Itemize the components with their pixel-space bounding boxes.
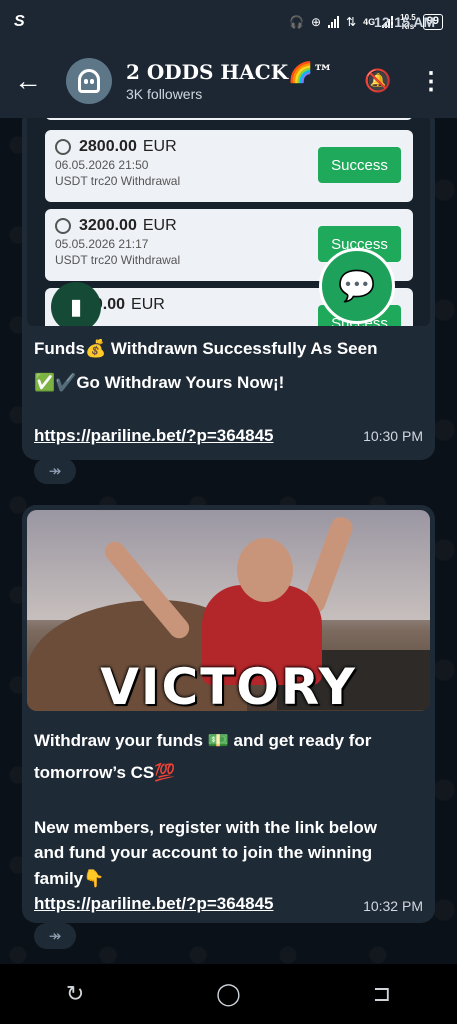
message-text-line: family👇 [34, 869, 105, 888]
withdrawal-amount: 2800.00 [79, 138, 137, 155]
back-arrow-icon[interactable]: ← [14, 65, 50, 97]
message-link[interactable]: https://pariline.bet/?p=364845 [34, 894, 274, 914]
recent-apps-icon[interactable]: ↻ [66, 981, 84, 1007]
message-time: 10:32 PM [363, 898, 423, 914]
status-time: 12:15 AM [374, 14, 435, 30]
chat-bubbles-icon: 💬 [319, 248, 395, 324]
ticket-icon: ▮ [51, 282, 101, 326]
message-bubble[interactable]: 2800.00 EUR 06.05.2026 21:50 USDT trc20 W… [22, 118, 435, 460]
withdrawal-card: 2800.00 EUR 06.05.2026 21:50 USDT trc20 W… [45, 130, 413, 202]
message-text-line: ✅✔️Go Withdraw Yours Now¡! [34, 373, 285, 392]
kebab-menu-icon[interactable]: ⋮ [419, 67, 443, 96]
coins-icon [55, 139, 71, 155]
forward-icon[interactable]: ↠ [34, 923, 76, 949]
withdrawals-screenshot[interactable]: 2800.00 EUR 06.05.2026 21:50 USDT trc20 W… [27, 118, 430, 326]
message-link[interactable]: https://pariline.bet/?p=364845 [34, 426, 274, 446]
success-badge: Success [318, 147, 401, 183]
data-arrows-icon: ⇅ [346, 15, 357, 29]
channel-title-block[interactable]: 2 ODDS HACK🌈™ 3K followers [126, 60, 333, 102]
home-icon[interactable]: ◯ [216, 981, 241, 1007]
image-caption: VICTORY [100, 658, 357, 711]
victory-image[interactable]: VICTORY [27, 510, 430, 711]
ghost-icon [78, 69, 100, 93]
withdrawal-currency: EUR [142, 138, 177, 155]
coins-icon [55, 218, 71, 234]
message-time: 10:30 PM [363, 428, 423, 444]
image-head [237, 538, 293, 602]
withdrawal-currency: EUR [142, 217, 177, 234]
channel-header: ← 2 ODDS HACK🌈™ 3K followers 🔕 ⋮ [0, 44, 457, 118]
back-nav-icon[interactable]: ⊐ [373, 981, 391, 1007]
forward-icon[interactable]: ↠ [34, 458, 76, 484]
withdrawal-amount: 3200.00 [79, 217, 137, 234]
headphones-icon: 🎧 [289, 15, 305, 29]
message-text-line: Withdraw your funds 💵 and get ready for [34, 731, 372, 750]
withdrawal-card [45, 118, 413, 120]
follower-count: 3K followers [126, 86, 203, 102]
system-nav-bar: ↻ ◯ ⊐ [0, 964, 457, 1024]
message-text-line: New members, register with the link belo… [34, 818, 377, 837]
message-text-line: and fund your account to join the winnin… [34, 843, 373, 862]
signal-icon [328, 16, 340, 28]
data-saver-icon: ⊕ [311, 15, 322, 29]
chat-area[interactable]: 2800.00 EUR 06.05.2026 21:50 USDT trc20 W… [0, 118, 457, 964]
withdrawal-currency: EUR [131, 296, 165, 313]
app-notification-icon: S [14, 13, 25, 30]
message-text-line: Funds💰 Withdrawn Successfully As Seen [34, 339, 378, 358]
status-bar: 12:15 AM S 🎧 ⊕ ⇅ 4G 10.5 K/s 99 [0, 0, 457, 44]
bell-off-icon[interactable]: 🔕 [363, 68, 393, 94]
message-text-line: tomorrow’s CS💯 [34, 763, 176, 782]
message-bubble[interactable]: VICTORY Withdraw your funds 💵 and get re… [22, 505, 435, 923]
channel-avatar[interactable] [66, 58, 112, 104]
channel-name: 2 ODDS HACK🌈™ [126, 60, 334, 84]
